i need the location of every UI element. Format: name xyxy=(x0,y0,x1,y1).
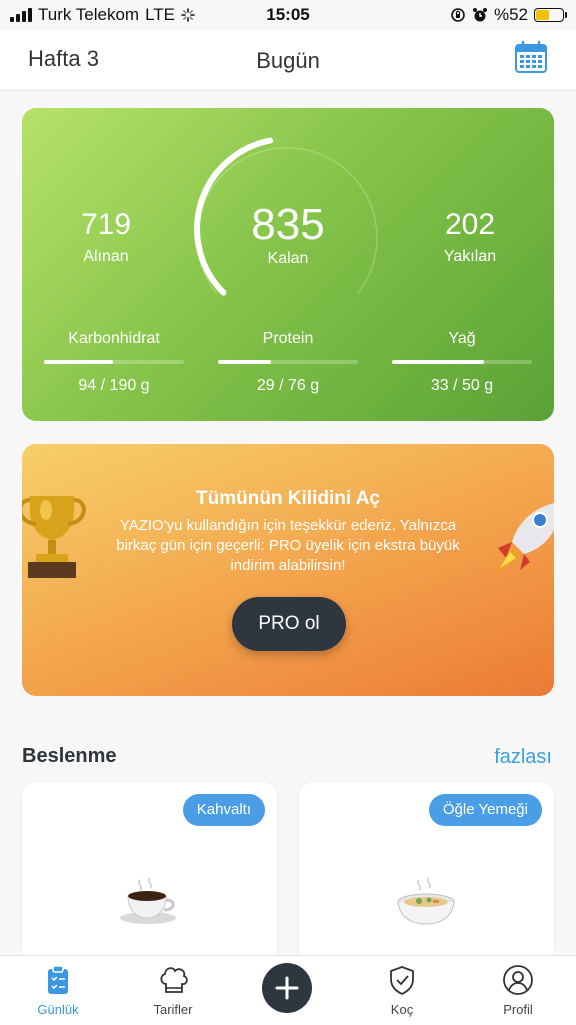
tab-label: Günlük xyxy=(37,1002,79,1017)
top-header: Hafta 3 Bugün xyxy=(0,30,576,91)
burned-stat: 202 Yakılan xyxy=(400,208,540,266)
macro-value: 94 / 190 g xyxy=(78,377,150,394)
coffee-cup-icon xyxy=(120,877,176,924)
macro-progress-bar xyxy=(44,360,113,364)
meal-card-lunch[interactable]: Öğle Yemeği xyxy=(299,782,554,962)
status-bar: Turk Telekom LTE 15:05 %52 xyxy=(0,0,576,30)
calendar-icon[interactable] xyxy=(514,40,548,74)
meal-badge[interactable]: Kahvaltı xyxy=(182,794,265,826)
profile-icon xyxy=(503,965,533,995)
macro-track xyxy=(44,360,184,364)
macro-protein: Protein 29 / 76 g xyxy=(218,330,358,395)
plus-icon xyxy=(275,976,299,1000)
battery-icon xyxy=(534,8,567,22)
macro-progress-bar xyxy=(392,360,485,364)
section-title: Beslenme xyxy=(22,745,117,767)
eaten-stat: 719 Alınan xyxy=(36,208,176,266)
chef-hat-icon xyxy=(160,967,188,993)
tab-label: Tarifler xyxy=(153,1002,193,1017)
status-right: %52 xyxy=(450,5,567,25)
macro-value: 29 / 76 g xyxy=(256,377,320,394)
promo-title: Tümünün Kilidini Aç xyxy=(196,488,380,509)
tab-recipes[interactable]: Tarifler xyxy=(133,964,213,1017)
burned-label: Yakılan xyxy=(443,248,497,265)
battery-fill xyxy=(536,10,549,20)
meal-card-breakfast[interactable]: Kahvaltı xyxy=(22,782,277,962)
rocket-icon xyxy=(494,503,554,574)
pro-promo-card[interactable]: Tümünün Kilidini Aç YAZIO'yu kullandığın… xyxy=(22,444,554,696)
get-pro-button[interactable]: PRO ol xyxy=(232,597,346,651)
promo-description: YAZIO'yu kullandığın için teşekkür ederi… xyxy=(116,517,460,574)
diary-icon xyxy=(48,965,68,994)
remaining-value: 835 xyxy=(251,200,325,249)
macro-value: 33 / 50 g xyxy=(430,377,494,394)
macro-progress-bar xyxy=(218,360,272,364)
more-link[interactable]: fazlası xyxy=(494,746,552,769)
tab-label: Profil xyxy=(503,1002,533,1017)
alarm-icon xyxy=(472,8,487,22)
eaten-label: Alınan xyxy=(83,248,129,265)
macro-track xyxy=(218,360,358,364)
macro-carbs: Karbonhidrat 94 / 190 g xyxy=(44,330,184,395)
remaining-label: Kalan xyxy=(267,250,309,267)
tab-profile[interactable]: Profil xyxy=(478,964,558,1017)
orientation-lock-icon xyxy=(451,8,465,22)
battery-percent: %52 xyxy=(493,5,528,24)
macro-name: Protein xyxy=(262,330,314,347)
burned-value: 202 xyxy=(444,208,496,241)
page-title[interactable]: Bugün xyxy=(0,48,576,74)
tab-label: Koç xyxy=(390,1002,414,1017)
eaten-value: 719 xyxy=(80,208,132,241)
macro-name: Karbonhidrat xyxy=(68,330,160,347)
macro-name: Yağ xyxy=(448,330,476,347)
soup-bowl-icon xyxy=(397,877,455,925)
shield-check-icon xyxy=(390,966,414,996)
calorie-summary-card[interactable]: 719 Alınan 835 Kalan 202 Yakılan Karbonh… xyxy=(22,108,554,421)
macro-track xyxy=(392,360,532,364)
meal-badge[interactable]: Öğle Yemeği xyxy=(428,794,542,826)
add-button[interactable] xyxy=(262,963,312,1013)
tab-diary[interactable]: Günlük xyxy=(18,964,98,1017)
macro-fat: Yağ 33 / 50 g xyxy=(392,330,532,395)
tab-coach[interactable]: Koç xyxy=(362,964,442,1017)
